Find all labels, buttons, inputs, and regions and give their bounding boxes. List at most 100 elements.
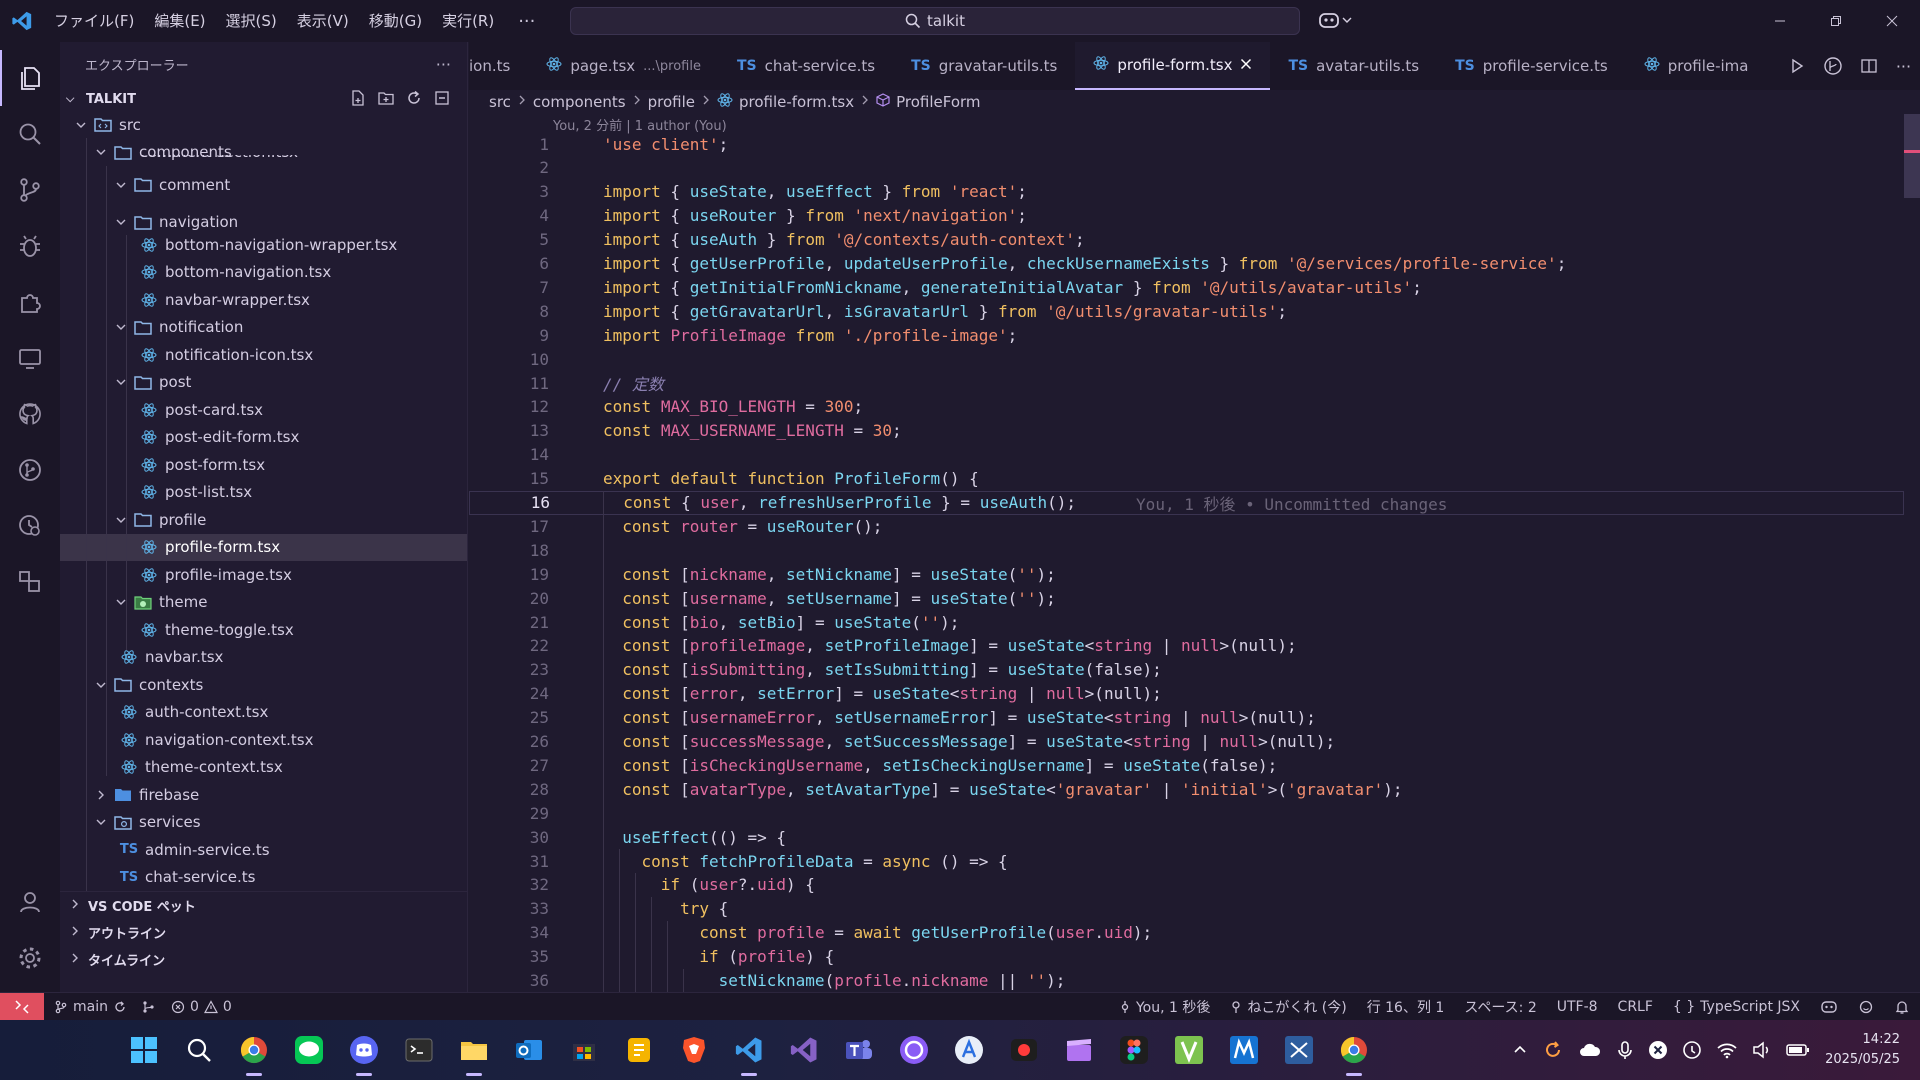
shapes-activity[interactable]	[0, 554, 60, 610]
sidebar-section[interactable]: タイムライン	[60, 946, 467, 973]
tree-file[interactable]: profile-image.tsx	[60, 561, 467, 589]
taskbar-github-desktop[interactable]	[896, 1032, 932, 1068]
sync-tray-icon[interactable]	[1542, 1039, 1564, 1061]
bell-icon[interactable]	[1894, 999, 1910, 1015]
language-mode[interactable]: { } TypeScript JSX	[1673, 999, 1800, 1015]
indentation[interactable]: スペース: 2	[1464, 997, 1536, 1017]
taskbar-file-explorer[interactable]	[456, 1032, 492, 1076]
branch-indicator[interactable]: main	[54, 999, 127, 1015]
tab[interactable]: TS gravatar-utils.ts	[893, 42, 1075, 90]
editor-more-button[interactable]: ···	[1896, 57, 1911, 76]
taskbar-visual-studio[interactable]	[786, 1032, 822, 1068]
tab[interactable]: profile-ima	[1626, 42, 1767, 90]
github-activity[interactable]	[0, 386, 60, 442]
menu-item[interactable]: 選択(S)	[216, 0, 287, 42]
microphone-icon[interactable]	[1616, 1040, 1634, 1060]
taskbar-discord[interactable]	[346, 1032, 382, 1076]
taskbar-outlook[interactable]	[511, 1032, 547, 1068]
taskbar-teams[interactable]	[841, 1032, 877, 1068]
taskbar-terminal[interactable]	[401, 1032, 437, 1068]
chevron-up-icon[interactable]	[1512, 1042, 1528, 1058]
explorer-activity[interactable]	[0, 50, 60, 106]
taskbar-clapper[interactable]	[1061, 1032, 1097, 1068]
menu-item[interactable]: ファイル(F)	[44, 0, 144, 42]
tree-file[interactable]: TS chat-service.ts	[60, 864, 467, 892]
taskbar-chrome-2[interactable]	[1336, 1032, 1372, 1076]
git-graph-activity[interactable]	[0, 442, 60, 498]
tree-folder[interactable]: components	[60, 139, 467, 167]
tree-folder[interactable]: services	[60, 809, 467, 837]
volume-icon[interactable]	[1752, 1041, 1772, 1059]
taskbar-clock[interactable]: 14:22 2025/05/25	[1825, 1030, 1900, 1070]
feedback-icon[interactable]	[1858, 999, 1874, 1015]
end-of-line[interactable]: CRLF	[1618, 999, 1653, 1015]
power-icon[interactable]	[1682, 1040, 1702, 1060]
cursor-position[interactable]: 行 16、列 1	[1367, 997, 1445, 1017]
taskbar-chrome[interactable]	[236, 1032, 272, 1076]
explorer-more-button[interactable]: ···	[436, 55, 451, 74]
tree-file[interactable]: post-list.tsx	[60, 479, 467, 507]
tree-file[interactable]: bottom-navigation.tsx	[60, 259, 467, 287]
breadcrumb-item[interactable]: components	[533, 93, 626, 111]
tree-file[interactable]: auth-context.tsx	[60, 699, 467, 727]
search-activity[interactable]	[0, 106, 60, 162]
tree-file[interactable]: navbar-wrapper.tsx	[60, 286, 467, 314]
breadcrumb-item[interactable]: profile	[648, 93, 695, 111]
menu-item[interactable]: 実行(R)	[432, 0, 504, 42]
taskbar-line[interactable]	[291, 1032, 327, 1068]
tab[interactable]: page.tsx ...\profile	[528, 42, 719, 90]
tree-file[interactable]: theme-toggle.tsx	[60, 616, 467, 644]
run-icon[interactable]	[1789, 58, 1805, 74]
tree-file[interactable]: post-card.tsx	[60, 396, 467, 424]
restore-button[interactable]	[1808, 0, 1864, 42]
tab[interactable]: TS chat-service.ts	[719, 42, 893, 90]
problems-indicator[interactable]: 0 0	[171, 999, 232, 1015]
tab[interactable]: TS avatar-utils.ts	[1270, 42, 1437, 90]
taskbar-brave[interactable]	[676, 1032, 712, 1068]
tree-file[interactable]: post-form.tsx	[60, 451, 467, 479]
taskbar-search[interactable]	[181, 1032, 217, 1068]
breadcrumb-item[interactable]: src	[489, 93, 511, 111]
menu-item[interactable]: 移動(G)	[359, 0, 432, 42]
accounts-activity[interactable]	[0, 874, 60, 930]
new-folder-icon[interactable]	[377, 89, 395, 107]
wifi-icon[interactable]	[1716, 1041, 1738, 1059]
tree-file[interactable]: notification-icon.tsx	[60, 341, 467, 369]
taskbar-app-yellow[interactable]	[621, 1032, 657, 1068]
tree-folder[interactable]: post	[60, 369, 467, 397]
live-share-status[interactable]: ねこがくれ (今)	[1230, 997, 1347, 1017]
taskbar-app-m[interactable]	[1226, 1032, 1262, 1068]
taskbar-vim[interactable]	[1171, 1032, 1207, 1068]
tree-file[interactable]: navigation-context.tsx	[60, 726, 467, 754]
taskbar-figma[interactable]	[1116, 1032, 1152, 1068]
cloud-icon[interactable]	[1578, 1041, 1602, 1059]
manage-activity[interactable]	[0, 930, 60, 986]
taskbar-store[interactable]	[566, 1032, 602, 1068]
tab[interactable]: TS profile-service.ts	[1437, 42, 1626, 90]
debug-activity[interactable]	[0, 218, 60, 274]
git-compare-icon[interactable]	[1823, 56, 1843, 76]
tree-folder[interactable]: theme	[60, 589, 467, 617]
timeline-activity[interactable]	[0, 498, 60, 554]
minimize-button[interactable]	[1752, 0, 1808, 42]
tree-folder[interactable]: src	[60, 111, 467, 139]
encoding[interactable]: UTF-8	[1557, 999, 1598, 1015]
copilot-button[interactable]	[1318, 10, 1352, 30]
sidebar-section[interactable]: VS CODE ペット	[60, 892, 467, 919]
tree-file[interactable]: TS admin-service.ts	[60, 836, 467, 864]
extensions-activity[interactable]	[0, 274, 60, 330]
copilot-icon[interactable]	[1820, 999, 1838, 1015]
menu-item[interactable]: 表示(V)	[287, 0, 359, 42]
collapse-all-icon[interactable]	[433, 89, 451, 107]
new-file-icon[interactable]	[349, 89, 367, 107]
remote-explorer-activity[interactable]	[0, 330, 60, 386]
editor-scrollbar[interactable]	[1904, 114, 1920, 198]
tree-file[interactable]: bottom-navigation-wrapper.tsx	[60, 231, 467, 259]
command-center-search[interactable]: talkit	[570, 7, 1300, 35]
remote-indicator[interactable]	[0, 992, 44, 1021]
close-circle-icon[interactable]	[1648, 1040, 1668, 1060]
close-window-button[interactable]	[1864, 0, 1920, 42]
menu-item[interactable]: 編集(E)	[144, 0, 215, 42]
tree-folder[interactable]: notification	[60, 314, 467, 342]
code-editor[interactable]: 1'use client'; 2 3 import { useState, useEf…	[469, 132, 1904, 992]
